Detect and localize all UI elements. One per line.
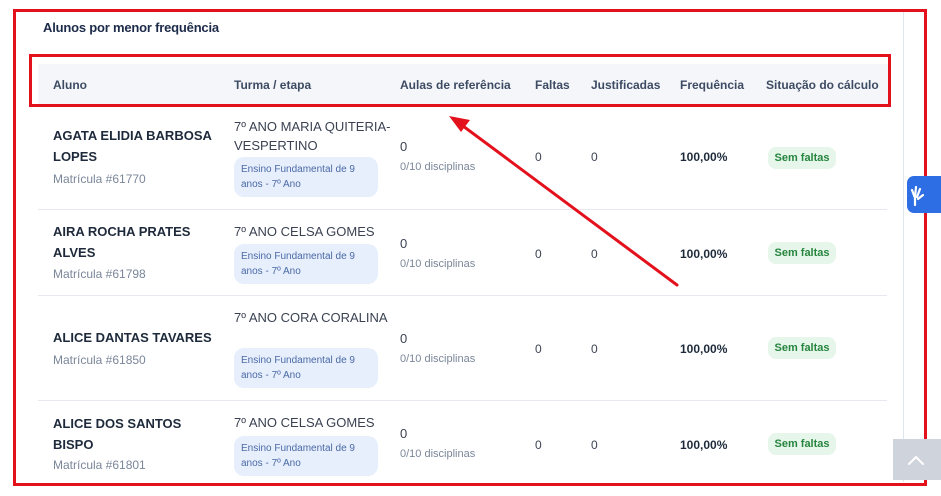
annotation-arrow [449, 116, 679, 287]
